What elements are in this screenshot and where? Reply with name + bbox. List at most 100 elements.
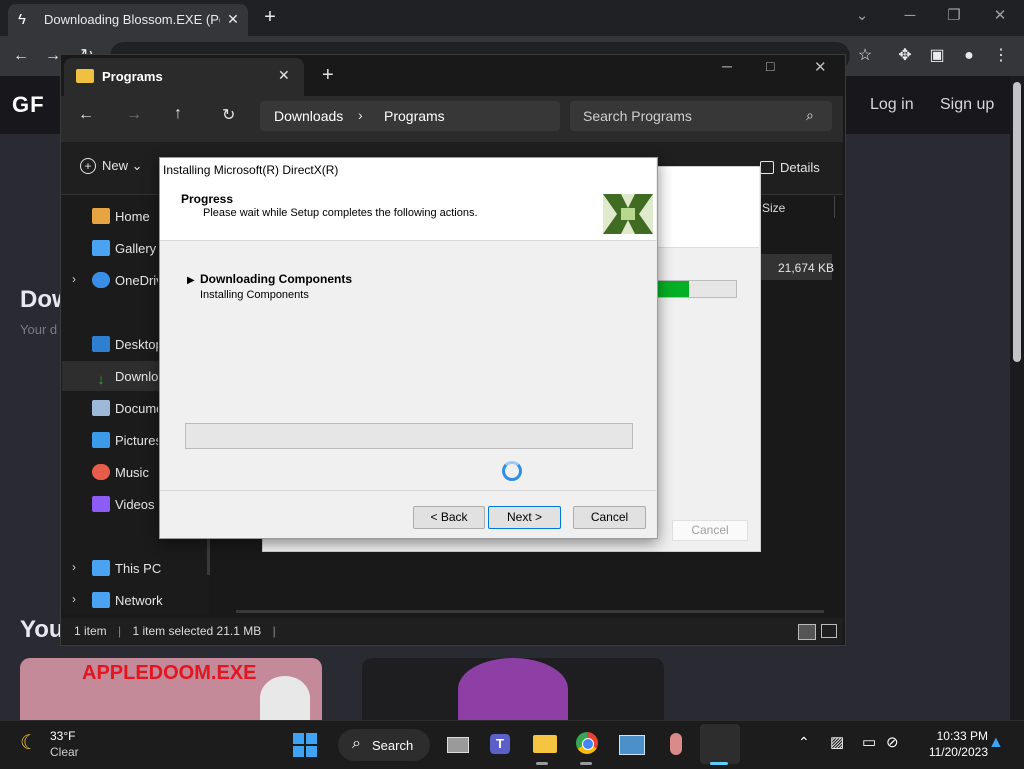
pictures-icon — [92, 432, 110, 448]
browser-tab[interactable]: ϟ Downloading Blossom.EXE (Pow ✕ — [8, 4, 248, 36]
installer-task-button[interactable] — [700, 724, 740, 764]
download-icon: ↓ — [97, 371, 105, 388]
videos-icon — [92, 496, 110, 512]
new-button[interactable]: + New ⌄ — [80, 158, 143, 174]
close-tab-icon[interactable]: ✕ — [224, 10, 242, 28]
close-tab-icon[interactable]: ✕ — [278, 67, 290, 84]
teams-icon[interactable]: T — [486, 728, 518, 760]
nav-label: Pictures — [115, 433, 158, 448]
breadcrumb-downloads[interactable]: Downloads — [274, 108, 343, 124]
expand-chevron-icon[interactable]: › — [72, 592, 76, 606]
column-size-header[interactable]: Size — [762, 201, 785, 215]
cancel-button[interactable]: Cancel — [573, 506, 646, 529]
details-view-icon[interactable] — [798, 624, 816, 640]
site-logo[interactable]: GF — [12, 92, 45, 118]
refresh-icon[interactable]: ↻ — [222, 105, 235, 125]
nav-label: Music — [115, 465, 149, 480]
star-icon[interactable]: ☆ — [852, 44, 878, 68]
restore-button[interactable]: ❐ — [934, 4, 974, 28]
file-explorer-icon[interactable] — [530, 728, 562, 760]
status-item-count: 1 item — [74, 624, 107, 638]
up-icon[interactable]: ↑ — [174, 105, 182, 123]
clock-time[interactable]: 10:33 PM — [918, 729, 988, 743]
active-indicator — [710, 762, 728, 765]
game-card-2[interactable] — [362, 658, 664, 720]
expand-chevron-icon[interactable]: › — [72, 560, 76, 574]
sidebar-item-downloads[interactable]: ↓ Downloads — [92, 363, 158, 391]
nav-label: This PC — [115, 561, 162, 576]
taskbar-search[interactable]: ⌕ Search — [338, 729, 430, 761]
breadcrumb-programs[interactable]: Programs — [384, 108, 445, 124]
running-indicator — [536, 762, 548, 765]
next-button[interactable]: Next > — [488, 506, 561, 529]
header-title: Progress — [181, 192, 234, 206]
details-pane-icon — [760, 161, 774, 174]
tab-title: Downloading Blossom.EXE (Pow — [44, 12, 220, 27]
search-placeholder: Search Programs — [583, 108, 692, 124]
forward-icon[interactable]: → — [126, 106, 142, 124]
folder-icon — [76, 69, 94, 83]
nav-label: Desktop — [115, 337, 158, 352]
details-label: Details — [780, 160, 820, 175]
task-view-icon[interactable] — [442, 728, 474, 760]
music-icon — [92, 464, 110, 480]
details-button[interactable]: Details — [760, 160, 820, 175]
sidebar-item-network[interactable]: Network — [92, 587, 232, 615]
weather-temp[interactable]: 33°F — [50, 729, 75, 743]
computer-icon — [92, 560, 110, 576]
back-button[interactable]: < Back — [413, 506, 485, 529]
weather-desc[interactable]: Clear — [50, 745, 79, 759]
back-icon[interactable]: ← — [78, 106, 94, 124]
start-icon[interactable] — [293, 733, 317, 757]
chevron-down-icon[interactable]: ⌄ — [842, 4, 882, 28]
expand-chevron-icon[interactable]: › — [72, 272, 76, 286]
expand-arrow-icon: ▶ — [187, 275, 195, 286]
nav-label: Downloads — [115, 369, 158, 384]
close-button[interactable]: ✕ — [980, 4, 1020, 28]
display-icon[interactable]: ▭ — [862, 733, 876, 751]
chevron-right-icon: › — [358, 107, 363, 123]
maximize-button[interactable]: □ — [766, 58, 774, 74]
nav-label: Videos — [115, 497, 155, 512]
profile-icon[interactable]: ● — [956, 44, 982, 68]
clock-date[interactable]: 11/20/2023 — [910, 745, 988, 759]
header-description: Please wait while Setup completes the fo… — [203, 207, 478, 219]
sidebar-item-documents[interactable]: Documents — [92, 395, 158, 423]
back-icon[interactable]: ← — [8, 44, 34, 68]
minimize-button[interactable]: ─ — [890, 4, 930, 28]
breadcrumb[interactable]: Downloads › Programs — [260, 101, 560, 131]
new-tab-button[interactable]: + — [322, 64, 334, 87]
file-size-cell: 21,674 KB — [778, 261, 835, 275]
sidebar-item-desktop[interactable]: Desktop — [92, 331, 158, 359]
column-divider[interactable] — [834, 196, 835, 218]
tiles-view-icon[interactable] — [821, 624, 837, 638]
volume-muted-icon[interactable]: ⊘ — [886, 733, 899, 751]
menu-icon[interactable]: ⋮ — [988, 44, 1014, 68]
minimize-button[interactable]: ─ — [722, 58, 732, 74]
sidepanel-icon[interactable]: ▣ — [924, 44, 950, 68]
close-button[interactable]: ✕ — [814, 58, 827, 76]
game-card-1[interactable]: APPLEDOOM.EXE — [20, 658, 322, 720]
loading-spinner-icon — [502, 461, 522, 481]
bg-cancel-button[interactable]: Cancel — [672, 520, 748, 541]
blossom-app-icon[interactable] — [660, 728, 692, 760]
new-tab-button[interactable]: + — [258, 6, 282, 30]
card-art — [260, 676, 310, 720]
signup-link[interactable]: Sign up — [940, 96, 994, 114]
sidebar-item-onedrive[interactable]: OneDrive — [92, 267, 158, 295]
search-input[interactable]: Search Programs ⌕ — [570, 101, 832, 131]
extensions-icon[interactable]: ✥ — [892, 44, 918, 68]
chrome-icon[interactable] — [572, 728, 604, 760]
step-subtitle: Installing Components — [200, 289, 309, 301]
sidebar-item-this-pc[interactable]: This PC — [92, 555, 232, 583]
horizontal-scrollbar[interactable] — [236, 610, 824, 613]
network-icon[interactable]: ▨ — [830, 733, 844, 751]
document-icon — [92, 400, 110, 416]
login-link[interactable]: Log in — [870, 96, 914, 114]
notification-bell-icon[interactable]: ▲ — [988, 734, 1004, 752]
chevron-up-icon[interactable]: ⌃ — [798, 734, 810, 751]
sidebar-item-pictures[interactable]: Pictures — [92, 427, 158, 455]
photos-icon[interactable] — [616, 728, 648, 760]
explorer-tab[interactable]: Programs ✕ — [64, 58, 304, 96]
page-scrollbar-thumb[interactable] — [1013, 82, 1021, 362]
